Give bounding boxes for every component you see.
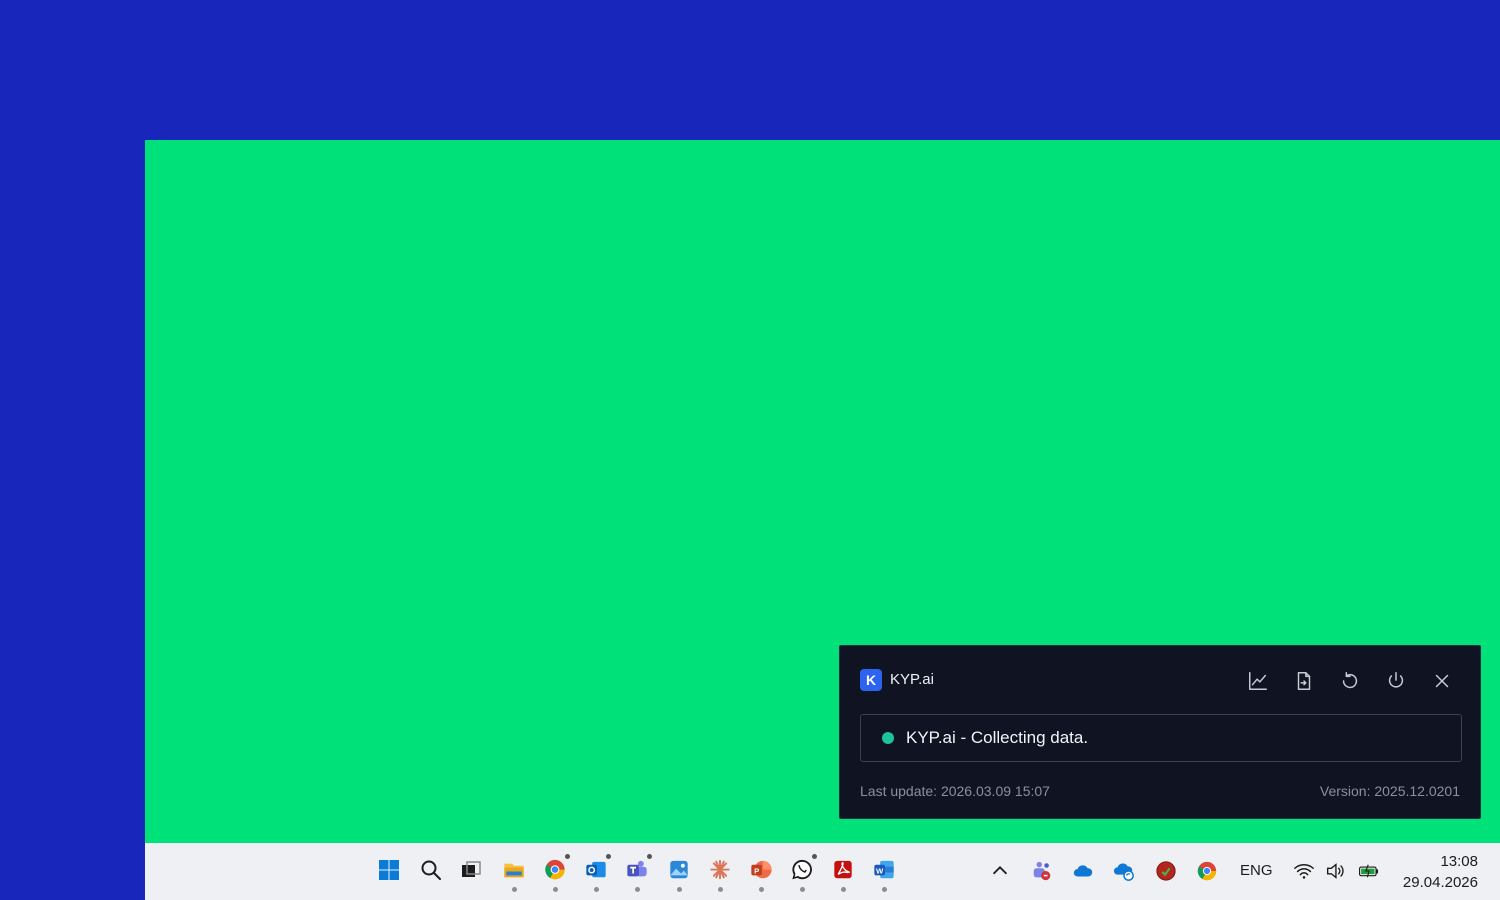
whatsapp-icon[interactable] xyxy=(787,850,817,892)
running-indicator xyxy=(634,887,640,892)
running-indicator xyxy=(717,887,723,892)
battery-icon[interactable] xyxy=(1354,850,1384,892)
security-shield-icon[interactable] xyxy=(1152,850,1180,892)
svg-text:P: P xyxy=(754,866,759,875)
chrome-tray-icon[interactable] xyxy=(1193,850,1221,892)
teams-icon[interactable] xyxy=(622,850,652,892)
clock[interactable]: 13:08 29.04.2026 xyxy=(1390,851,1478,893)
status-text: KYP.ai - Collecting data. xyxy=(906,728,1089,747)
svg-text:W: W xyxy=(876,866,884,875)
chrome-icon[interactable] xyxy=(540,850,570,892)
acrobat-icon[interactable] xyxy=(828,850,858,892)
notification-dot xyxy=(606,854,611,859)
wifi-icon[interactable] xyxy=(1291,850,1317,892)
popup-actions xyxy=(1244,668,1456,694)
clock-time: 13:08 xyxy=(1440,853,1478,870)
teams-tray-icon[interactable] xyxy=(1029,850,1055,892)
clock-date: 29.04.2026 xyxy=(1402,874,1478,891)
powerpoint-icon[interactable]: P xyxy=(746,850,776,892)
version-text: Version: 2025.12.0201 xyxy=(1319,783,1460,799)
volume-icon[interactable] xyxy=(1322,850,1348,892)
refresh-icon[interactable] xyxy=(1336,668,1364,694)
popup-title: KYP.ai xyxy=(890,671,934,688)
running-indicator xyxy=(593,887,599,892)
show-hidden-icons-chevron[interactable] xyxy=(988,850,1012,892)
running-indicator xyxy=(840,887,846,892)
status-box: KYP.ai - Collecting data. xyxy=(860,714,1462,762)
power-icon[interactable] xyxy=(1382,668,1410,694)
running-indicator xyxy=(552,887,558,892)
language-indicator[interactable]: ENG xyxy=(1240,862,1273,879)
onedrive-icon[interactable] xyxy=(1069,850,1097,892)
claude-icon[interactable] xyxy=(705,850,735,892)
close-icon[interactable] xyxy=(1428,668,1456,694)
last-update-text: Last update: 2026.03.09 15:07 xyxy=(860,783,1050,799)
running-indicator xyxy=(511,887,517,892)
notification-dot xyxy=(812,854,817,859)
photos-icon[interactable] xyxy=(664,850,694,892)
chart-icon[interactable] xyxy=(1244,668,1272,694)
task-view-icon[interactable] xyxy=(456,850,486,892)
notification-dot xyxy=(565,854,570,859)
document-icon[interactable] xyxy=(1290,668,1318,694)
word-icon[interactable]: W xyxy=(869,850,899,892)
running-indicator xyxy=(881,887,887,892)
notification-dot xyxy=(647,854,652,859)
onedrive-sync-icon[interactable] xyxy=(1110,850,1138,892)
outlook-icon[interactable] xyxy=(581,850,611,892)
windows-start-icon[interactable] xyxy=(374,850,404,892)
running-indicator xyxy=(676,887,682,892)
file-explorer-icon[interactable] xyxy=(499,850,529,892)
running-indicator xyxy=(799,887,805,892)
kyp-logo-icon: K xyxy=(860,669,882,691)
running-indicator xyxy=(758,887,764,892)
search-icon[interactable] xyxy=(416,850,446,892)
kyp-popup: K KYP.ai KYP.ai - Collecting data. Last … xyxy=(839,645,1481,819)
status-indicator-dot xyxy=(882,732,894,744)
